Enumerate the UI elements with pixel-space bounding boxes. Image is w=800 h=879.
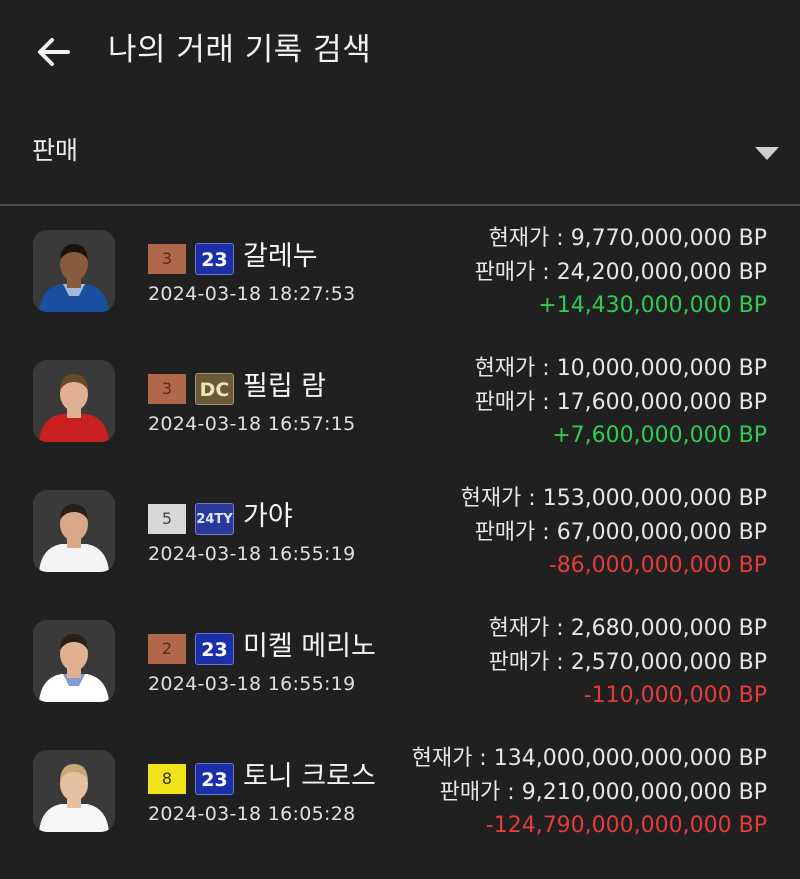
trade-record-row[interactable]: 2 23 미켈 메리노 2024-03-18 16:55:19 현재가 : 2,… [0,598,800,728]
trade-timestamp: 2024-03-18 18:27:53 [148,283,356,305]
trade-record-row[interactable]: 3 DC 필립 람 2024-03-18 16:57:15 현재가 : 10,0… [0,338,800,468]
current-price-label: 현재가 : [488,226,571,251]
player-portrait-icon [33,490,115,572]
player-avatar [33,230,115,312]
page-title: 나의 거래 기록 검색 [108,32,372,68]
player-portrait-icon [33,620,115,702]
sale-price-label: 판매가 : [488,649,571,675]
sale-price-value: 17,600,000,000 BP [556,389,767,415]
sale-price-value: 24,200,000,000 BP [556,259,767,285]
player-avatar [33,750,115,832]
price-block: 현재가 : 153,000,000,000 BP 판매가 : 67,000,00… [461,482,767,583]
player-grade-badge: 3 [148,374,186,404]
current-price: 현재가 : 9,770,000,000 BP [475,222,767,256]
trade-timestamp: 2024-03-18 16:57:15 [148,413,356,435]
sale-price: 판매가 : 2,570,000,000 BP [489,646,767,680]
current-price-value: 134,000,000,000,000 BP [493,746,767,771]
dropdown-selected-value: 판매 [32,136,79,165]
price-difference: +14,430,000,000 BP [538,293,767,318]
player-name: 미켈 메리노 [243,631,376,662]
player-name: 가야 [243,501,293,532]
sale-price: 판매가 : 9,210,000,000,000 BP [412,776,767,810]
price-difference: -110,000,000 BP [583,683,767,708]
app-header: 나의 거래 기록 검색 [0,0,800,100]
player-name: 갈레누 [243,241,318,272]
player-portrait-icon [33,750,115,832]
sale-price-label: 판매가 : [474,519,557,545]
sale-price: 판매가 : 67,000,000,000 BP [461,516,767,550]
player-avatar [33,620,115,702]
season-badge-icon: 24TY [195,503,234,535]
season-badge-icon: 23 [195,633,234,665]
player-name: 토니 크로스 [243,761,376,792]
trade-record-row[interactable]: 5 24TY 가야 2024-03-18 16:55:19 현재가 : 153,… [0,468,800,598]
dropdown-triangle-icon [755,147,779,160]
price-difference: -86,000,000,000 BP [548,553,767,578]
player-portrait-icon [33,230,115,312]
player-avatar [33,490,115,572]
current-price-value: 10,000,000,000 BP [556,356,767,381]
player-portrait-icon [33,360,115,442]
price-block: 현재가 : 9,770,000,000 BP 판매가 : 24,200,000,… [475,222,767,323]
trade-timestamp: 2024-03-18 16:55:19 [148,673,356,695]
trade-record-row[interactable]: 3 23 갈레누 2024-03-18 18:27:53 현재가 : 9,770… [0,208,800,338]
current-price-label: 현재가 : [460,486,543,511]
current-price: 현재가 : 2,680,000,000 BP [489,612,767,646]
player-avatar [33,360,115,442]
sale-price-label: 판매가 : [439,779,522,805]
trade-record-row[interactable]: 8 23 토니 크로스 2024-03-18 16:05:28 현재가 : 13… [0,728,800,858]
player-grade-badge: 5 [148,504,186,534]
sale-price-label: 판매가 : [474,389,557,415]
sale-price-label: 판매가 : [474,259,557,285]
player-grade-badge: 2 [148,634,186,664]
arrow-left-icon[interactable] [30,28,78,76]
player-grade-badge: 8 [148,764,186,794]
current-price-label: 현재가 : [411,746,494,771]
sale-price: 판매가 : 24,200,000,000 BP [475,256,767,290]
current-price: 현재가 : 10,000,000,000 BP [475,352,767,386]
trade-type-dropdown[interactable]: 판매 [0,108,800,206]
price-difference: -124,790,000,000,000 BP [485,813,767,838]
current-price-value: 153,000,000,000 BP [542,486,767,511]
current-price: 현재가 : 153,000,000,000 BP [461,482,767,516]
season-badge-icon: 23 [195,243,234,275]
sale-price: 판매가 : 17,600,000,000 BP [475,386,767,420]
trade-timestamp: 2024-03-18 16:55:19 [148,543,356,565]
sale-price-value: 2,570,000,000 BP [570,649,767,675]
current-price-label: 현재가 : [474,356,557,381]
sale-price-value: 9,210,000,000,000 BP [521,779,767,805]
player-name: 필립 람 [243,371,327,402]
current-price-value: 2,680,000,000 BP [570,616,767,641]
current-price: 현재가 : 134,000,000,000,000 BP [412,742,767,776]
season-badge-icon: 23 [195,763,234,795]
price-block: 현재가 : 10,000,000,000 BP 판매가 : 17,600,000… [475,352,767,453]
current-price-label: 현재가 : [488,616,571,641]
price-block: 현재가 : 2,680,000,000 BP 판매가 : 2,570,000,0… [489,612,767,713]
sale-price-value: 67,000,000,000 BP [556,519,767,545]
player-grade-badge: 3 [148,244,186,274]
price-difference: +7,600,000,000 BP [552,423,767,448]
trade-timestamp: 2024-03-18 16:05:28 [148,803,356,825]
season-badge-icon: DC [195,373,234,405]
price-block: 현재가 : 134,000,000,000,000 BP 판매가 : 9,210… [412,742,767,843]
current-price-value: 9,770,000,000 BP [570,226,767,251]
